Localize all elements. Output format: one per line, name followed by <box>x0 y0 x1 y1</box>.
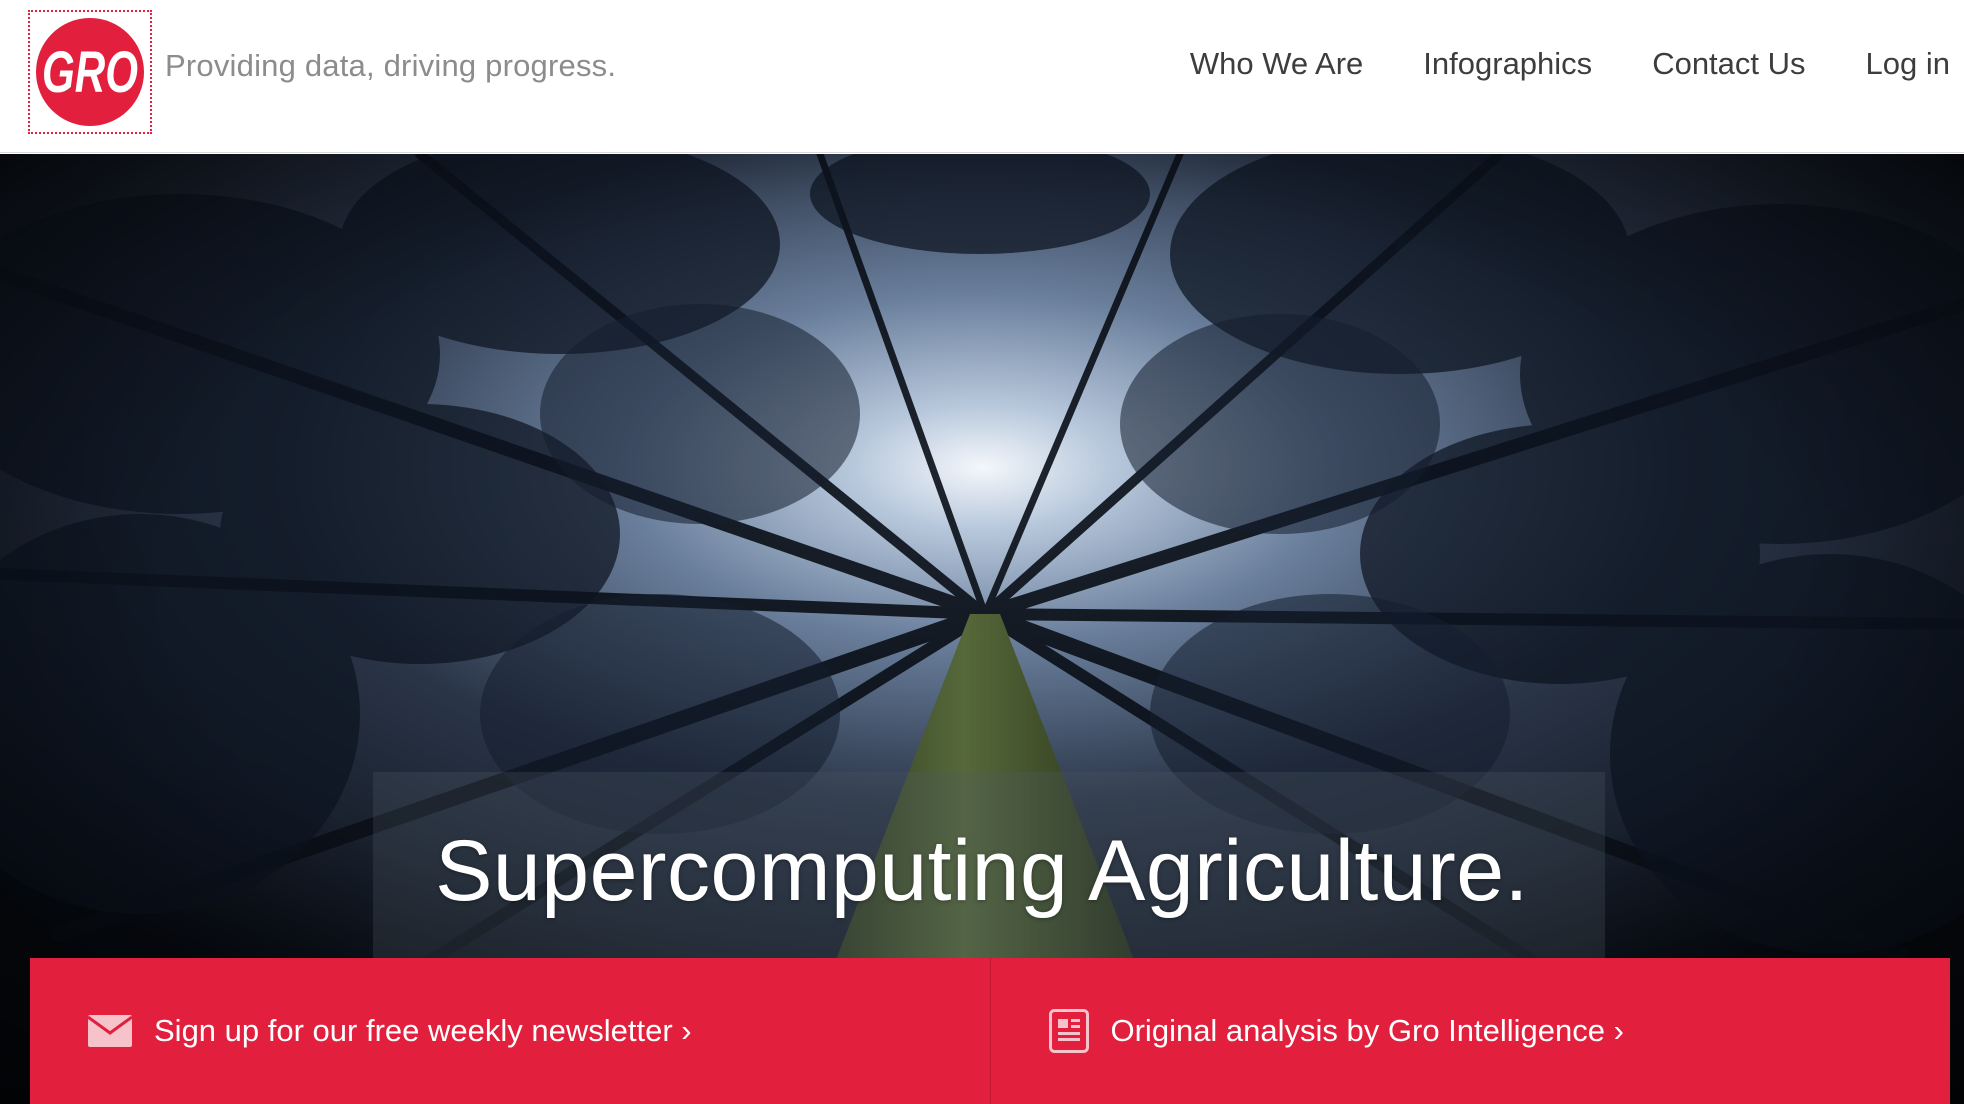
envelope-icon <box>88 1015 132 1047</box>
nav-contact-us[interactable]: Contact Us <box>1652 46 1805 82</box>
gro-logo[interactable]: GRO <box>28 10 152 134</box>
newsletter-signup-link[interactable]: Sign up for our free weekly newsletter › <box>30 958 990 1104</box>
nav-who-we-are[interactable]: Who We Are <box>1190 46 1363 82</box>
document-icon <box>1048 1009 1089 1053</box>
analysis-label: Original analysis by Gro Intelligence › <box>1110 1013 1624 1048</box>
tagline: Providing data, driving progress. <box>165 48 617 83</box>
gro-logo-mark: GRO <box>36 18 144 126</box>
nav-log-in[interactable]: Log in <box>1866 46 1950 82</box>
logo-text: GRO <box>42 40 138 105</box>
main-nav: Who We Are Infographics Contact Us Log i… <box>1190 46 1950 82</box>
nav-infographics[interactable]: Infographics <box>1423 46 1592 82</box>
site-header: GRO Providing data, driving progress. Wh… <box>0 0 1964 153</box>
newsletter-label: Sign up for our free weekly newsletter › <box>154 1013 692 1048</box>
hero-title: Supercomputing Agriculture. <box>435 823 1529 919</box>
original-analysis-link[interactable]: Original analysis by Gro Intelligence › <box>989 958 1951 1104</box>
cta-bar: Sign up for our free weekly newsletter ›… <box>30 958 1950 1104</box>
